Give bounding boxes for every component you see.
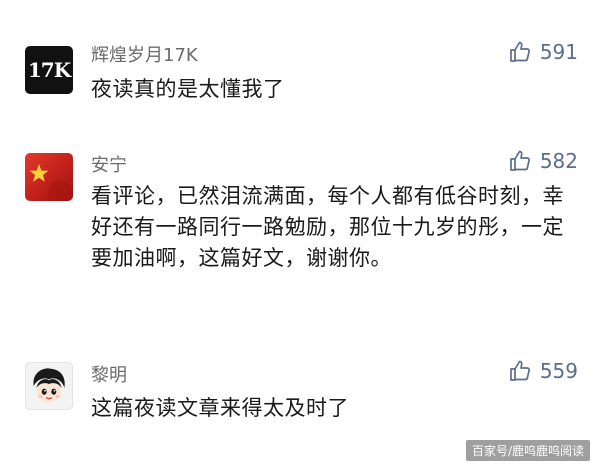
thumbs-up-icon bbox=[509, 360, 530, 381]
avatar[interactable] bbox=[25, 362, 73, 410]
like-button[interactable]: 559 bbox=[508, 359, 578, 383]
like-count: 559 bbox=[539, 359, 578, 383]
comment-item: 黎明 559 这篇夜读文章来得太及时了 bbox=[0, 0, 600, 440]
username[interactable]: 黎明 bbox=[91, 361, 127, 387]
watermark: 百家号/鹿呜鹿呜阅读 bbox=[465, 440, 590, 461]
cartoon-face-icon bbox=[33, 368, 65, 403]
comment-text: 这篇夜读文章来得太及时了 bbox=[91, 396, 349, 420]
